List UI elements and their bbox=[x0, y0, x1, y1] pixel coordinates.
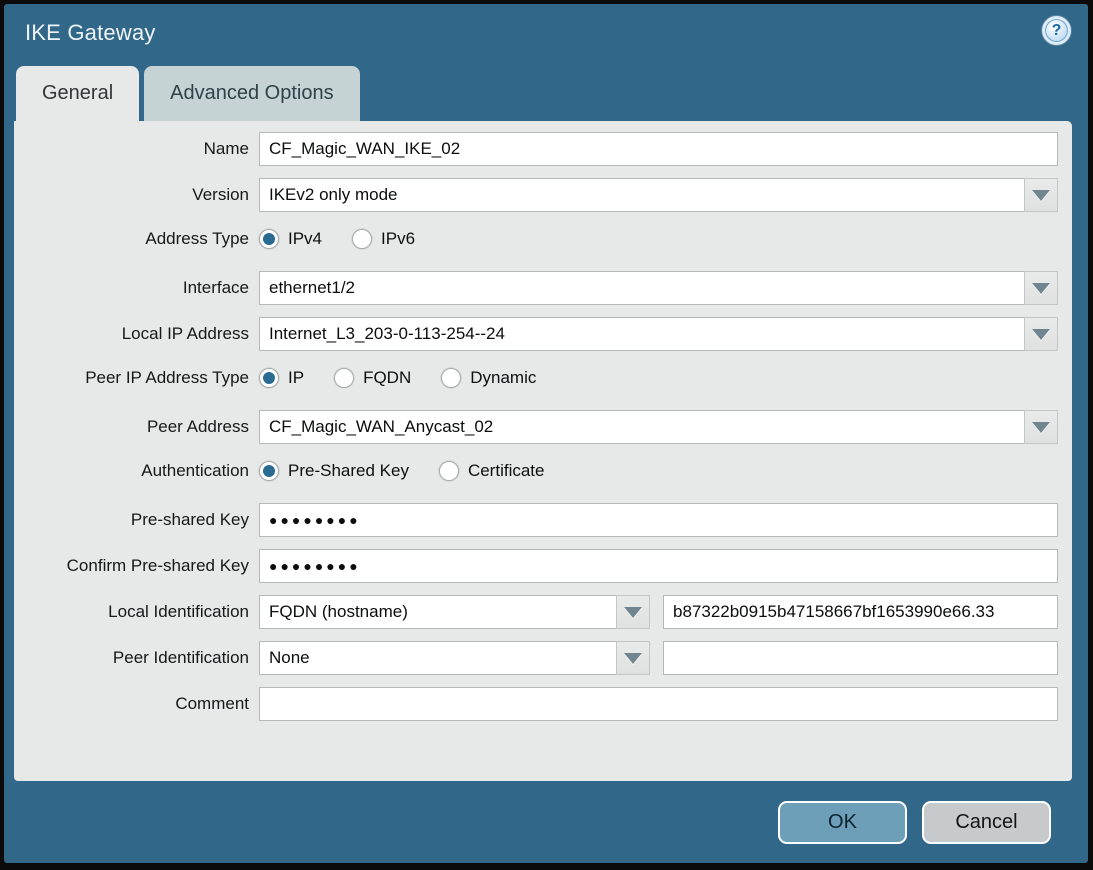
auth-certificate-option[interactable]: Certificate bbox=[439, 461, 545, 481]
form-row-confirm-pre-shared-key: Confirm Pre-shared Key bbox=[14, 549, 1058, 583]
interface-label: Interface bbox=[14, 278, 259, 298]
form-row-peer-ip-address-type: Peer IP Address Type IP FQDN Dynamic bbox=[14, 363, 1058, 393]
help-icon[interactable]: ? bbox=[1042, 16, 1071, 45]
peer-identification-label: Peer Identification bbox=[14, 648, 259, 668]
local-ip-address-combo bbox=[259, 317, 1058, 351]
local-identification-type-input[interactable] bbox=[259, 595, 617, 629]
radio-checked-icon[interactable] bbox=[259, 368, 279, 388]
peer-address-dropdown-button[interactable] bbox=[1024, 410, 1058, 444]
form-row-comment: Comment bbox=[14, 687, 1058, 721]
radio-unchecked-icon[interactable] bbox=[441, 368, 461, 388]
form-row-local-ip-address: Local IP Address bbox=[14, 317, 1058, 351]
peer-identification-type-combo bbox=[259, 641, 650, 675]
general-tab-panel: Name Version Address Type bbox=[14, 121, 1072, 781]
chevron-down-icon bbox=[624, 653, 642, 664]
tab-advanced-options[interactable]: Advanced Options bbox=[144, 66, 359, 121]
form-row-authentication: Authentication Pre-Shared Key Certificat… bbox=[14, 456, 1058, 486]
chevron-down-icon bbox=[1032, 283, 1050, 294]
title-bar: IKE Gateway ? bbox=[4, 4, 1088, 66]
comment-label: Comment bbox=[14, 694, 259, 714]
interface-dropdown-button[interactable] bbox=[1024, 271, 1058, 305]
tab-strip: General Advanced Options bbox=[4, 66, 1088, 121]
peer-ip-address-type-label: Peer IP Address Type bbox=[14, 368, 259, 388]
tab-general[interactable]: General bbox=[16, 66, 139, 121]
authentication-label: Authentication bbox=[14, 461, 259, 481]
local-ip-address-label: Local IP Address bbox=[14, 324, 259, 344]
interface-input[interactable] bbox=[259, 271, 1025, 305]
version-combo bbox=[259, 178, 1058, 212]
form-row-version: Version bbox=[14, 178, 1058, 212]
dialog-frame: IKE Gateway ? General Advanced Options N… bbox=[0, 0, 1093, 870]
confirm-pre-shared-key-label: Confirm Pre-shared Key bbox=[14, 556, 259, 576]
name-label: Name bbox=[14, 139, 259, 159]
chevron-down-icon bbox=[1032, 190, 1050, 201]
local-ip-address-dropdown-button[interactable] bbox=[1024, 317, 1058, 351]
radio-checked-icon[interactable] bbox=[259, 229, 279, 249]
local-ip-address-input[interactable] bbox=[259, 317, 1025, 351]
dialog-title: IKE Gateway bbox=[25, 20, 156, 45]
address-type-ipv4-label: IPv4 bbox=[288, 229, 322, 249]
radio-unchecked-icon[interactable] bbox=[334, 368, 354, 388]
form-row-name: Name bbox=[14, 132, 1058, 166]
address-type-ipv6-label: IPv6 bbox=[381, 229, 415, 249]
address-type-ipv4-option[interactable]: IPv4 bbox=[259, 229, 322, 249]
peer-ip-type-dynamic-label: Dynamic bbox=[470, 368, 536, 388]
radio-unchecked-icon[interactable] bbox=[352, 229, 372, 249]
chevron-down-icon bbox=[624, 607, 642, 618]
address-type-label: Address Type bbox=[14, 229, 259, 249]
local-identification-value-input[interactable] bbox=[663, 595, 1058, 629]
chevron-down-icon bbox=[1032, 329, 1050, 340]
peer-identification-dropdown-button[interactable] bbox=[616, 641, 650, 675]
peer-address-label: Peer Address bbox=[14, 417, 259, 437]
form-row-peer-address: Peer Address bbox=[14, 410, 1058, 444]
peer-ip-type-fqdn-label: FQDN bbox=[363, 368, 411, 388]
address-type-ipv6-option[interactable]: IPv6 bbox=[352, 229, 415, 249]
peer-address-input[interactable] bbox=[259, 410, 1025, 444]
local-identification-type-combo bbox=[259, 595, 650, 629]
form-row-interface: Interface bbox=[14, 271, 1058, 305]
dialog-footer: OK Cancel bbox=[4, 781, 1088, 863]
peer-identification-type-input[interactable] bbox=[259, 641, 617, 675]
radio-checked-icon[interactable] bbox=[259, 461, 279, 481]
version-dropdown-button[interactable] bbox=[1024, 178, 1058, 212]
peer-ip-type-fqdn-option[interactable]: FQDN bbox=[334, 368, 411, 388]
local-identification-label: Local Identification bbox=[14, 602, 259, 622]
form-row-address-type: Address Type IPv4 IPv6 bbox=[14, 224, 1058, 254]
ike-gateway-dialog: IKE Gateway ? General Advanced Options N… bbox=[4, 4, 1088, 863]
auth-certificate-label: Certificate bbox=[468, 461, 545, 481]
peer-address-combo bbox=[259, 410, 1058, 444]
form-row-pre-shared-key: Pre-shared Key bbox=[14, 503, 1058, 537]
form-row-peer-identification: Peer Identification bbox=[14, 641, 1058, 675]
comment-input[interactable] bbox=[259, 687, 1058, 721]
local-identification-dropdown-button[interactable] bbox=[616, 595, 650, 629]
peer-identification-value-input[interactable] bbox=[663, 641, 1058, 675]
peer-ip-type-ip-option[interactable]: IP bbox=[259, 368, 304, 388]
cancel-button[interactable]: Cancel bbox=[922, 801, 1051, 844]
peer-ip-type-dynamic-option[interactable]: Dynamic bbox=[441, 368, 536, 388]
pre-shared-key-input[interactable] bbox=[259, 503, 1058, 537]
version-label: Version bbox=[14, 185, 259, 205]
form-row-local-identification: Local Identification bbox=[14, 595, 1058, 629]
ok-button[interactable]: OK bbox=[778, 801, 907, 844]
name-input[interactable] bbox=[259, 132, 1058, 166]
peer-ip-type-ip-label: IP bbox=[288, 368, 304, 388]
confirm-pre-shared-key-input[interactable] bbox=[259, 549, 1058, 583]
version-input[interactable] bbox=[259, 178, 1025, 212]
chevron-down-icon bbox=[1032, 422, 1050, 433]
interface-combo bbox=[259, 271, 1058, 305]
radio-unchecked-icon[interactable] bbox=[439, 461, 459, 481]
pre-shared-key-label: Pre-shared Key bbox=[14, 510, 259, 530]
auth-pre-shared-key-option[interactable]: Pre-Shared Key bbox=[259, 461, 409, 481]
auth-pre-shared-key-label: Pre-Shared Key bbox=[288, 461, 409, 481]
